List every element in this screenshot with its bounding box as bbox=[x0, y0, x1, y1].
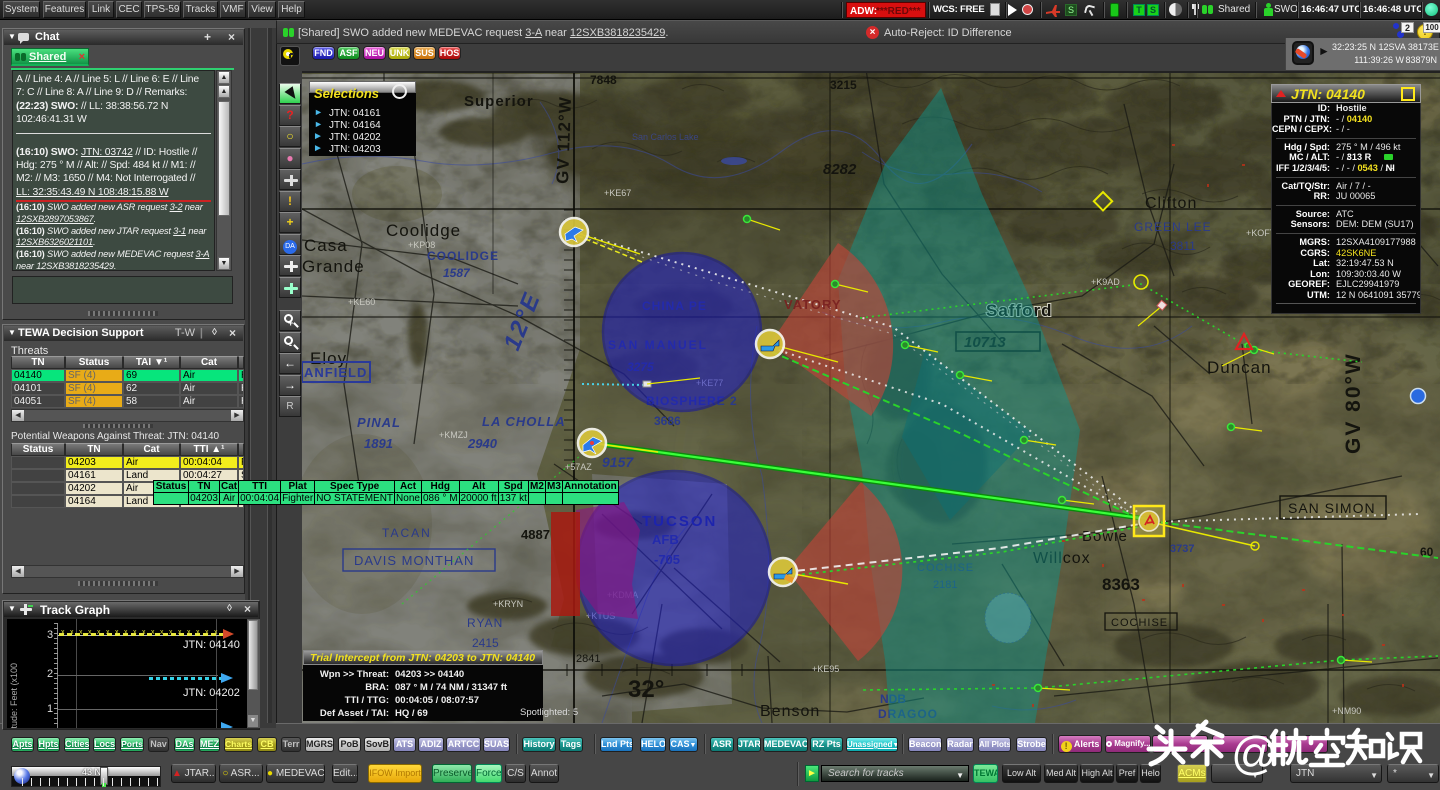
svg-text:+K9AD: +K9AD bbox=[1091, 277, 1120, 287]
svg-text:Benson: Benson bbox=[760, 703, 820, 720]
svg-text:Duncan: Duncan bbox=[1207, 358, 1272, 377]
svg-text:RYAN: RYAN bbox=[467, 616, 503, 630]
svg-text:TACAN: TACAN bbox=[382, 526, 432, 540]
svg-text:+KP08: +KP08 bbox=[408, 240, 435, 250]
svg-text:+KE67: +KE67 bbox=[604, 188, 631, 198]
svg-text:1587: 1587 bbox=[443, 266, 471, 280]
svg-text:ANFIELD: ANFIELD bbox=[304, 365, 367, 380]
svg-text:VATORY: VATORY bbox=[784, 297, 842, 312]
svg-text:GREEN LEE: GREEN LEE bbox=[1134, 220, 1212, 234]
svg-text:3686: 3686 bbox=[654, 414, 681, 428]
svg-text:3215: 3215 bbox=[830, 78, 857, 92]
svg-text:+KRYN: +KRYN bbox=[493, 599, 523, 609]
svg-text:2415: 2415 bbox=[472, 636, 499, 650]
svg-text:COOLIDGE: COOLIDGE bbox=[427, 249, 499, 263]
svg-text:1891: 1891 bbox=[364, 436, 393, 451]
svg-text:+KE60: +KE60 bbox=[348, 297, 375, 307]
svg-text:8282: 8282 bbox=[823, 161, 857, 178]
svg-text:+KMZJ: +KMZJ bbox=[439, 430, 468, 440]
svg-text:Clifton: Clifton bbox=[1145, 195, 1197, 212]
svg-text:2940: 2940 bbox=[467, 436, 498, 451]
svg-text:32°: 32° bbox=[628, 676, 664, 703]
svg-text:Superior: Superior bbox=[464, 93, 534, 110]
svg-text:GV 80°W: GV 80°W bbox=[1342, 352, 1365, 454]
svg-text:7848: 7848 bbox=[590, 73, 617, 87]
svg-text:+NM90: +NM90 bbox=[1332, 706, 1361, 716]
svg-text:3811: 3811 bbox=[1170, 239, 1196, 253]
svg-text:COCHISE: COCHISE bbox=[1111, 617, 1168, 629]
svg-text:9157: 9157 bbox=[602, 454, 634, 470]
svg-text:4887: 4887 bbox=[521, 527, 550, 542]
svg-text:Coolidge: Coolidge bbox=[386, 221, 461, 240]
svg-text:+57AZ: +57AZ bbox=[565, 462, 592, 472]
svg-text:SAN SIMON: SAN SIMON bbox=[1288, 500, 1376, 516]
svg-text:PINAL: PINAL bbox=[357, 415, 401, 430]
svg-text:@: @ bbox=[1231, 727, 1278, 778]
svg-text:GV 112°W: GV 112°W bbox=[553, 96, 575, 184]
svg-text:Casa: Casa bbox=[304, 236, 348, 255]
svg-text:DAVIS MONTHAN: DAVIS MONTHAN bbox=[354, 553, 474, 568]
svg-text:Grande: Grande bbox=[302, 257, 365, 276]
svg-text:+KE95: +KE95 bbox=[812, 664, 839, 674]
svg-text:8363: 8363 bbox=[1102, 575, 1140, 594]
svg-text:LA CHOLLA: LA CHOLLA bbox=[482, 414, 566, 429]
svg-text:3737: 3737 bbox=[1170, 543, 1194, 555]
svg-text:San Carlos Lake: San Carlos Lake bbox=[632, 132, 699, 142]
svg-text:2841: 2841 bbox=[576, 653, 600, 665]
